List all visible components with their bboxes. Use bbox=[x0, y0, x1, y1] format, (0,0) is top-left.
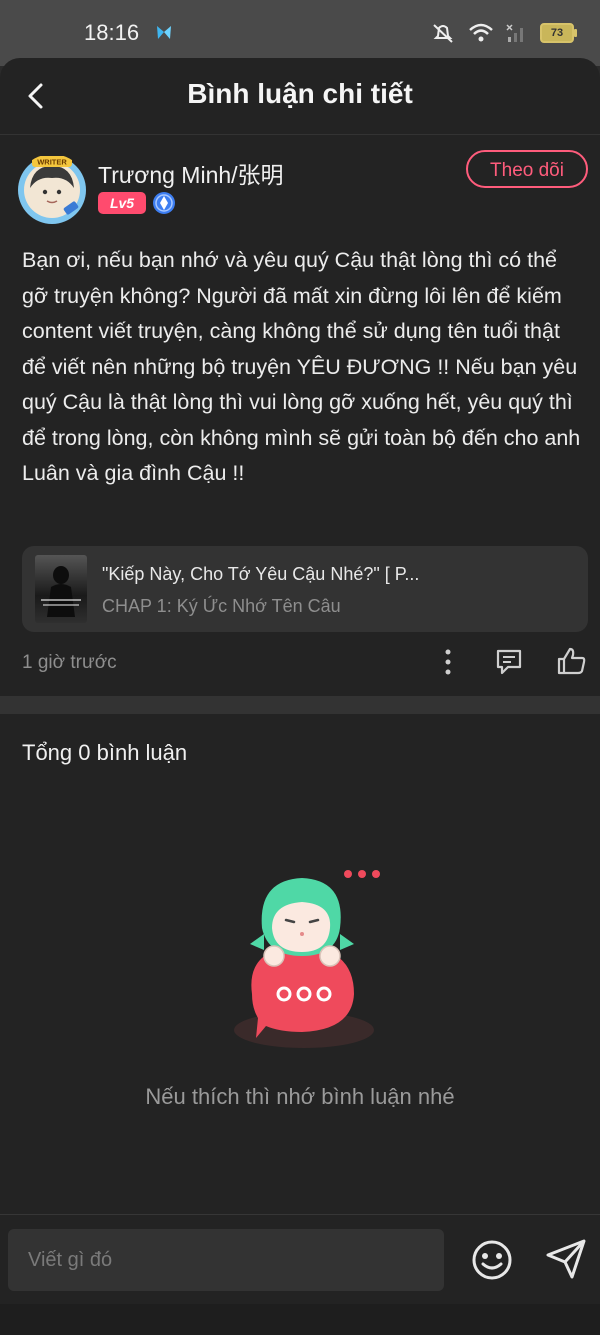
comment-input[interactable] bbox=[8, 1229, 444, 1291]
comment-detail-panel: Bình luận chi tiết WRITER Trương Minh/张明… bbox=[0, 58, 600, 1335]
system-nav-bar bbox=[0, 1304, 600, 1335]
page-title: Bình luận chi tiết bbox=[187, 78, 413, 109]
comment-count: Tổng 0 bình luận bbox=[22, 740, 188, 765]
story-cover-image bbox=[35, 555, 87, 623]
more-options-icon[interactable] bbox=[436, 647, 460, 677]
status-time: 18:16 bbox=[84, 20, 140, 45]
comment-timestamp: 1 giờ trước bbox=[22, 652, 117, 673]
avatar[interactable]: WRITER bbox=[16, 154, 88, 226]
story-chapter: CHAP 1: Ký Ức Nhớ Tên Câu bbox=[102, 596, 341, 616]
follow-button[interactable]: Theo dõi bbox=[466, 150, 588, 188]
story-title: "Kiếp Này, Cho Tớ Yêu Cậu Nhé?" [ P... bbox=[102, 564, 420, 584]
signal-icon bbox=[506, 24, 523, 42]
top-bar: Bình luận chi tiết bbox=[0, 58, 600, 135]
story-card[interactable]: "Kiếp Này, Cho Tớ Yêu Cậu Nhé?" [ P... C… bbox=[22, 546, 588, 632]
level-badge: Lv5 bbox=[98, 192, 146, 214]
like-icon[interactable] bbox=[556, 645, 588, 677]
wifi-icon bbox=[469, 23, 493, 42]
status-bar: 18:16 73 bbox=[0, 0, 600, 66]
status-icons: 73 bbox=[430, 22, 577, 44]
reply-comment-icon[interactable] bbox=[494, 647, 524, 677]
comment-text: Bạn ơi, nếu bạn nhớ và yêu quý Cậu thật … bbox=[22, 248, 581, 485]
send-icon[interactable] bbox=[544, 1237, 588, 1281]
empty-comments-illustration bbox=[234, 870, 380, 1048]
battery-icon: 73 bbox=[540, 23, 577, 43]
comment-composer bbox=[0, 1214, 600, 1305]
verified-badge-icon bbox=[153, 192, 175, 214]
empty-state-message: Nếu thích thì nhớ bình luận nhé bbox=[145, 1084, 455, 1109]
section-divider bbox=[0, 696, 600, 714]
author-name[interactable]: Trương Minh/张明 bbox=[98, 156, 284, 190]
writer-badge-text: WRITER bbox=[37, 158, 67, 167]
mute-icon bbox=[433, 24, 453, 43]
app-notification-icon bbox=[157, 26, 171, 39]
emoji-icon[interactable] bbox=[470, 1238, 514, 1282]
